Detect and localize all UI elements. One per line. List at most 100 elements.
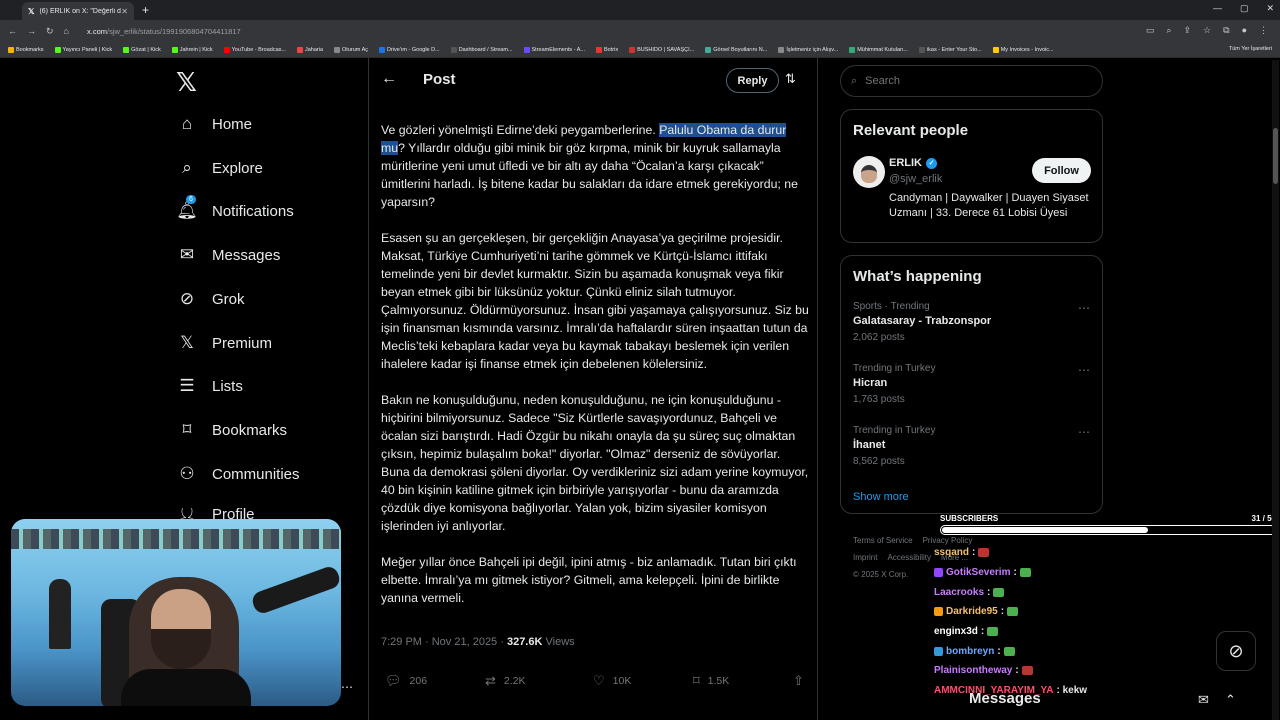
back-arrow-icon[interactable]: ←: [8, 26, 17, 36]
chat-username: bombreyn: [946, 645, 995, 657]
scrollbar-thumb[interactable]: [1273, 128, 1278, 184]
more-options-icon[interactable]: ⋯: [341, 680, 353, 694]
bookmark-item[interactable]: ikas - Enter Your Sto...: [918, 46, 982, 53]
trend-item[interactable]: Sports · Trending Galatasaray - Trabzonsp…: [841, 301, 1102, 363]
bookmark-item[interactable]: Mühimmat Kutuları...: [849, 46, 908, 53]
home-icon[interactable]: ⌂: [64, 26, 69, 36]
chat-emote-icon: [1019, 568, 1031, 578]
post-time[interactable]: 7:29 PM · Nov 21, 2025 ·: [381, 636, 507, 648]
nav-item-bookmarks[interactable]: ⌑ Bookmarks: [176, 420, 287, 440]
nav-item-messages[interactable]: ✉ Messages: [176, 245, 281, 265]
forward-arrow-icon[interactable]: →: [27, 26, 36, 36]
reload-icon[interactable]: ↻: [46, 26, 54, 37]
nav-item-home[interactable]: ⌂ Home: [176, 114, 252, 134]
bookmark-item[interactable]: BUSHIDO | SAVAŞÇI...: [629, 46, 694, 53]
all-bookmarks-link[interactable]: Tüm Yer İşaretleri: [1229, 46, 1272, 52]
bookmark-action[interactable]: ⌑ 1.5K: [693, 673, 793, 689]
more-icon[interactable]: ⋯: [1078, 425, 1090, 439]
trend-post-count: 1,763 posts: [853, 394, 905, 405]
chat-text: :: [987, 586, 991, 598]
nav-item-lists[interactable]: ☰ Lists: [176, 376, 242, 396]
profile-icon[interactable]: ●: [1242, 25, 1247, 36]
grok-icon: ⊘: [179, 289, 195, 308]
share-icon[interactable]: ⇪: [1184, 25, 1192, 36]
footer-link[interactable]: Terms of Service: [853, 536, 913, 545]
avatar[interactable]: [853, 156, 885, 188]
trend-name: Hicran: [853, 377, 888, 389]
extensions-icon[interactable]: ⧉: [1223, 25, 1229, 36]
bookmark-item[interactable]: YouTube - Broadcas...: [223, 46, 286, 53]
bell-icon: 🔔︎ 6: [176, 195, 198, 220]
bookmark-label: Botrix: [604, 46, 619, 53]
zoom-icon[interactable]: ⌕: [1166, 25, 1171, 36]
nav-item-explore[interactable]: ⌕ Explore: [176, 158, 263, 178]
follow-button[interactable]: Follow: [1032, 158, 1091, 183]
nav-item-premium[interactable]: 𝕏 Premium: [176, 333, 272, 353]
bookmark-label: Yayıncı Paneli | Kick: [62, 46, 113, 53]
messages-drawer-title[interactable]: Messages: [969, 690, 1041, 707]
chat-username: Plainisontheway: [934, 665, 1013, 677]
nav-item-grok[interactable]: ⊘ Grok: [176, 289, 245, 309]
browser-tab-active[interactable]: 𝕏 (6) ERLIK on X: "Değerli dostlar ✕: [22, 2, 134, 20]
maximize-icon[interactable]: ▢: [1240, 3, 1249, 14]
share-icon: ⇧: [793, 673, 804, 688]
star-icon[interactable]: ☆: [1203, 25, 1211, 36]
new-message-icon[interactable]: ✉: [1198, 692, 1209, 708]
nav-item-communities[interactable]: ⚇ Communities: [176, 464, 299, 484]
bookmark-item[interactable]: Gözat | Kick: [123, 46, 161, 53]
whats-happening-card: What’s happening Sports · Trending Galata…: [840, 255, 1103, 514]
new-tab-button[interactable]: +: [142, 3, 149, 17]
url-field[interactable]: x.com/sjw_erlik/status/19919068047044118…: [87, 27, 241, 36]
person-name[interactable]: ERLIK ✓: [889, 157, 937, 169]
nav-item-notifications[interactable]: 🔔︎ 6 Notifications: [176, 195, 294, 221]
menu-icon[interactable]: ⋮: [1259, 25, 1268, 36]
show-more-link[interactable]: Show more: [853, 491, 1090, 503]
close-window-icon[interactable]: ✕: [1266, 3, 1274, 14]
bookmark-item[interactable]: Görsel Boyutlarını N...: [705, 46, 767, 53]
like-action[interactable]: ♡ 10K: [593, 673, 693, 689]
reply-button[interactable]: Reply: [726, 68, 779, 93]
person-handle[interactable]: @sjw_erlik: [889, 173, 942, 185]
bookmark-item[interactable]: Oturum Aç: [334, 46, 368, 53]
bookmark-item[interactable]: Drive'ım - Google D...: [379, 46, 440, 53]
grok-floating-icon[interactable]: ⊘: [1216, 631, 1256, 671]
bookmark-label: Dashboard / Stream...: [458, 46, 513, 53]
footer-link[interactable]: Accessibility: [887, 553, 931, 562]
more-icon[interactable]: ⋯: [1078, 363, 1090, 377]
webcam-microphone: [249, 564, 341, 616]
bookmark-item[interactable]: Bookmarks: [8, 46, 44, 53]
tune-icon[interactable]: ⇅: [785, 71, 796, 87]
trend-item[interactable]: Trending in Turkey Hicran 1,763 posts ⋯: [841, 363, 1102, 425]
chat-text: :: [1000, 606, 1005, 618]
chat-username: enginx3d: [934, 626, 978, 638]
person-bio: Candyman | Daywalker | Duayen Siyaset Uz…: [889, 192, 1089, 219]
search-icon: ⌕: [851, 74, 858, 87]
close-tab-icon[interactable]: ✕: [121, 7, 128, 16]
repost-action[interactable]: ⇄ 2.2K: [485, 673, 593, 689]
chat-username: Laacrooks: [934, 586, 985, 598]
bookmark-label: Bookmarks: [16, 46, 44, 53]
cast-icon[interactable]: ▭: [1146, 25, 1155, 36]
search-box[interactable]: ⌕: [840, 65, 1103, 97]
reply-action[interactable]: 💬︎ 206: [385, 673, 485, 689]
trend-item[interactable]: Trending in Turkey İhanet 8,562 posts ⋯: [841, 425, 1102, 487]
bookmark-item[interactable]: Yayıncı Paneli | Kick: [54, 46, 113, 53]
chat-text: :: [1015, 665, 1019, 677]
nav-item-label: Home: [212, 115, 253, 133]
footer-link[interactable]: Imprint: [853, 553, 877, 562]
more-icon[interactable]: ⋯: [1078, 301, 1090, 315]
share-action[interactable]: ⇧: [793, 673, 804, 689]
bookmark-item[interactable]: İşletmeniz için Alışv...: [778, 46, 838, 53]
bookmark-item[interactable]: My Invoices - Invoic...: [992, 46, 1054, 53]
bookmark-item[interactable]: Jahrein | Kick: [171, 46, 213, 53]
bookmark-item[interactable]: Dashboard / Stream...: [450, 46, 513, 53]
subscriber-progress-fill: [942, 527, 1148, 533]
bookmark-item[interactable]: Botrix: [596, 46, 619, 53]
search-input[interactable]: [865, 75, 1066, 87]
back-arrow-icon[interactable]: ←: [381, 70, 397, 88]
minimize-icon[interactable]: —: [1213, 3, 1222, 14]
chevron-up-icon[interactable]: ⌃: [1225, 692, 1236, 708]
bookmark-item[interactable]: StreamElements - A...: [523, 46, 585, 53]
x-logo-icon[interactable]: 𝕏: [176, 68, 197, 98]
bookmark-item[interactable]: Jaharia: [296, 46, 323, 53]
